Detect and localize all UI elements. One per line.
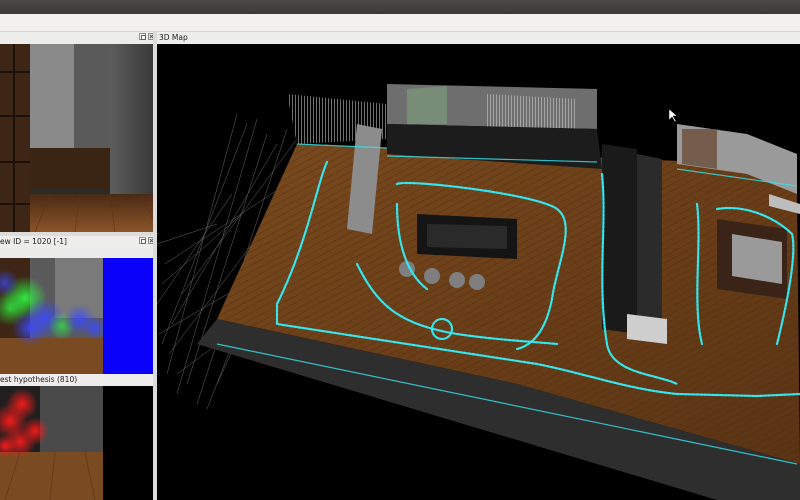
loop-closure-view	[0, 258, 155, 374]
camera-image	[0, 44, 153, 232]
mouse-cursor-icon	[668, 108, 678, 123]
partition-wall	[602, 144, 637, 334]
float-icon[interactable]	[139, 33, 146, 40]
toolbar-strip	[0, 14, 800, 32]
camera-panel-header	[0, 32, 155, 44]
float-icon[interactable]	[139, 237, 146, 244]
sofa	[732, 234, 782, 284]
loop-closure-image	[0, 258, 155, 374]
loop-closure-panel-header: ew ID = 1020 [-1]	[0, 236, 155, 248]
best-hypothesis-panel-title: est hypothesis (810)	[0, 375, 78, 384]
map3d-canvas[interactable]	[157, 44, 800, 500]
camera-view	[0, 44, 153, 232]
loop-closure-panel-title: ew ID = 1020 [-1]	[0, 237, 67, 246]
best-hypothesis-panel-header: est hypothesis (810)	[0, 374, 155, 386]
map3d-panel-title: 3D Map	[159, 33, 188, 42]
best-hypothesis-view	[0, 386, 155, 500]
best-hypothesis-image	[0, 386, 155, 500]
map3d-panel-header: 3D Map	[157, 32, 800, 44]
map3d-view[interactable]	[157, 44, 800, 500]
window-titlebar	[0, 0, 800, 14]
